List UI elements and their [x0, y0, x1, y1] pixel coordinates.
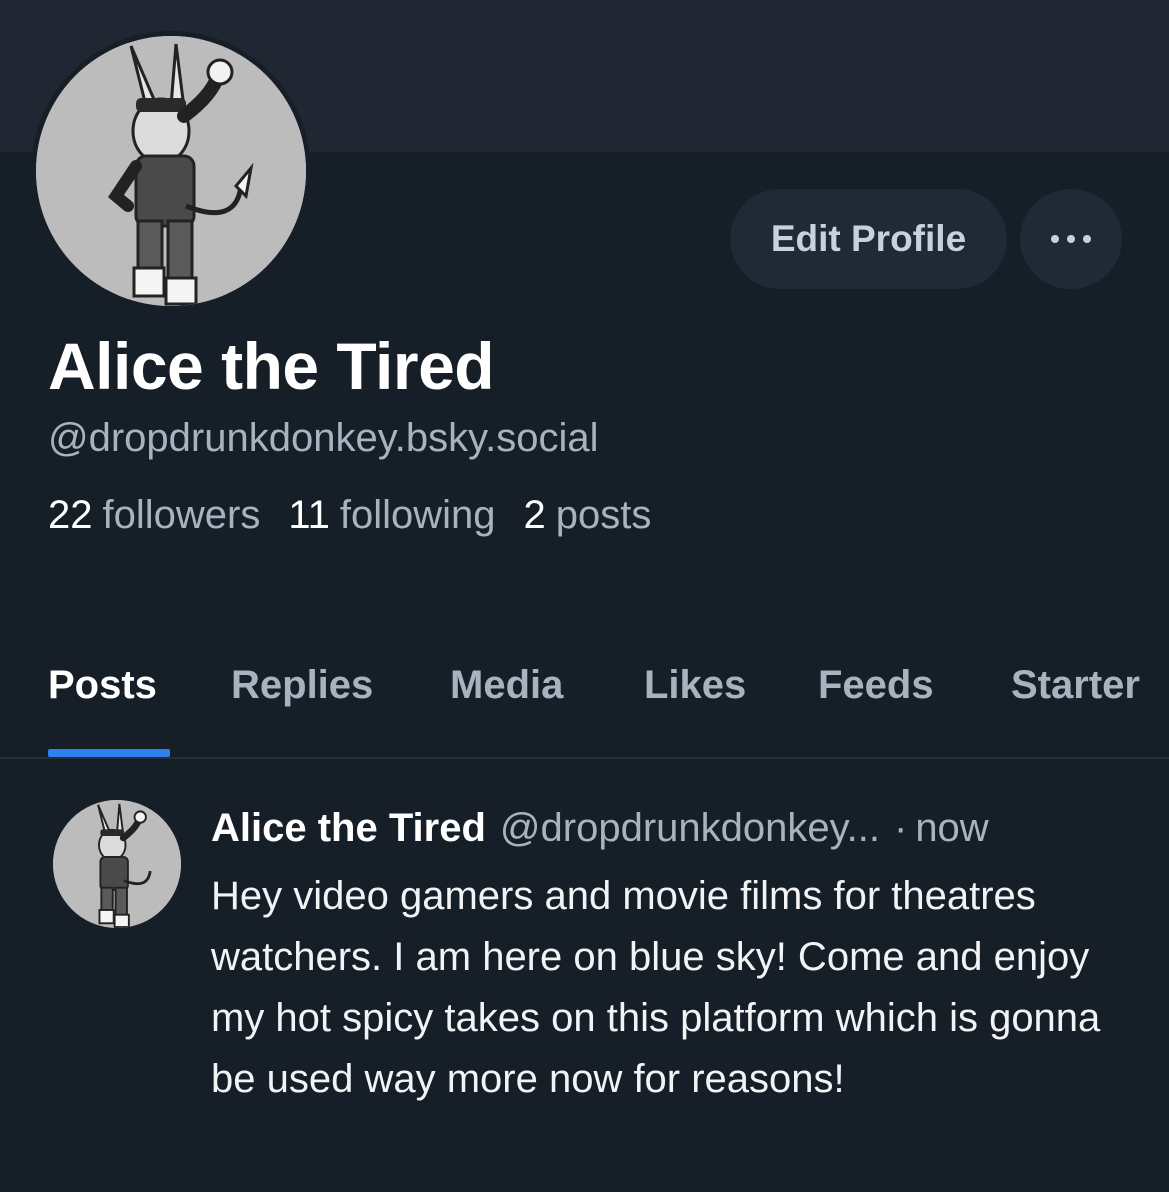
profile-page: Edit Profile Alice the Tired @dropdrunkd…: [0, 0, 1169, 1192]
edit-profile-button[interactable]: Edit Profile: [730, 189, 1007, 289]
post-separator: ·: [893, 806, 908, 850]
posts-stat: 2 posts: [524, 493, 652, 538]
tab-feeds[interactable]: Feeds: [818, 663, 934, 708]
post-item[interactable]: Alice the Tired @dropdrunkdonkey... · no…: [0, 760, 1169, 1192]
posts-label: posts: [555, 493, 652, 537]
post-author-name[interactable]: Alice the Tired: [211, 806, 486, 851]
post-header: Alice the Tired @dropdrunkdonkey... · no…: [211, 806, 989, 851]
profile-avatar[interactable]: [31, 31, 311, 311]
ellipsis-icon: [1051, 235, 1091, 243]
tabs-divider: [0, 757, 1169, 759]
following-label: following: [339, 493, 496, 537]
followers-link[interactable]: 22 followers: [48, 493, 260, 538]
active-tab-indicator: [48, 749, 170, 757]
post-author-avatar[interactable]: [53, 800, 181, 928]
tab-replies[interactable]: Replies: [231, 663, 373, 708]
followers-label: followers: [102, 493, 261, 537]
post-timestamp[interactable]: now: [915, 806, 988, 851]
profile-handle: @dropdrunkdonkey.bsky.social: [48, 416, 599, 460]
profile-stats: 22 followers 11 following 2 posts: [48, 493, 651, 538]
followers-count: 22: [48, 493, 93, 537]
post-body-text: Hey video gamers and movie films for the…: [211, 874, 1101, 1101]
tab-likes[interactable]: Likes: [644, 663, 746, 708]
profile-display-name: Alice the Tired: [48, 329, 495, 403]
posts-count: 2: [523, 493, 546, 537]
more-options-button[interactable]: [1020, 189, 1122, 289]
donkey-character-avatar-icon: [36, 36, 306, 306]
tab-posts[interactable]: Posts: [48, 663, 157, 708]
donkey-character-avatar-icon: [53, 800, 181, 928]
following-link[interactable]: 11 following: [288, 493, 495, 538]
following-count: 11: [288, 493, 330, 537]
tab-starter[interactable]: Starter: [1011, 663, 1140, 708]
tab-media[interactable]: Media: [450, 663, 563, 708]
post-author-handle[interactable]: @dropdrunkdonkey...: [500, 806, 880, 851]
